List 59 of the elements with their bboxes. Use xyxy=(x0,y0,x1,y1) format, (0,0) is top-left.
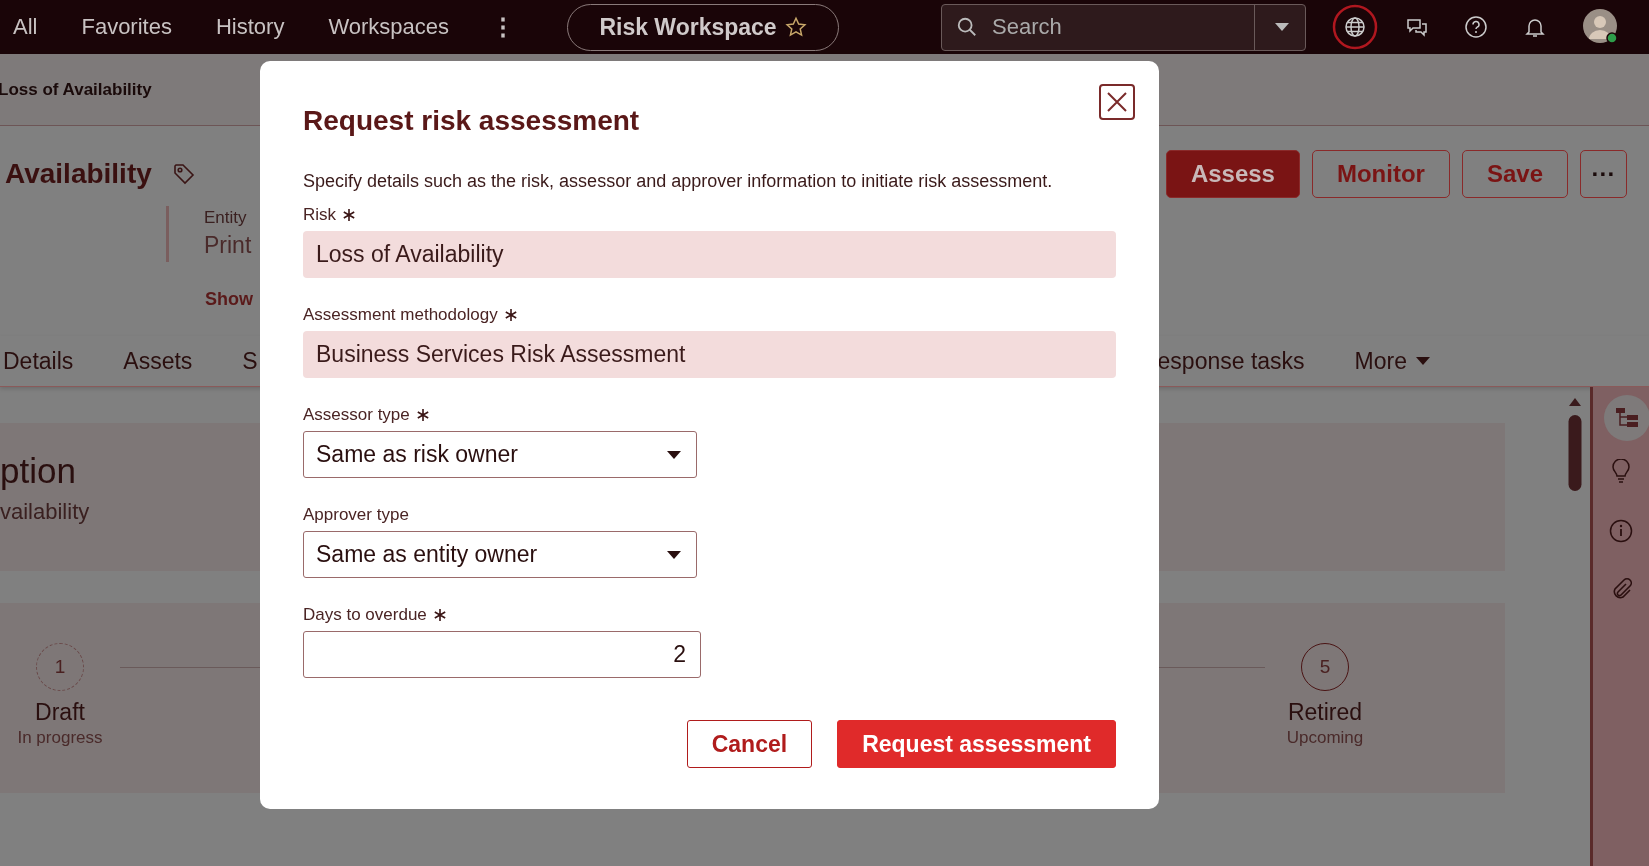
nav-menu-item[interactable]: History xyxy=(215,14,285,40)
number-field[interactable]: 2 xyxy=(303,631,701,678)
action-button[interactable]: Assess xyxy=(1165,150,1300,198)
star-icon[interactable] xyxy=(784,16,807,38)
tab[interactable]: S xyxy=(242,347,258,375)
dropdown[interactable]: Same as entity owner xyxy=(303,531,697,578)
nav-menu-item[interactable]: Favorites xyxy=(81,14,172,40)
stage-status: In progress xyxy=(17,728,103,748)
field-label: Approver type xyxy=(303,504,410,526)
close-icon xyxy=(1106,91,1128,113)
globe-icon[interactable] xyxy=(1332,4,1379,50)
dialog-description: Specify details such as the risk, assessor and approver information to initiate risk assessment. xyxy=(303,171,1054,192)
hierarchy-tab[interactable] xyxy=(1604,395,1649,441)
readonly-field[interactable]: Business Services Risk Assessment xyxy=(303,331,1116,378)
help-icon[interactable] xyxy=(1464,15,1489,39)
caret-icon[interactable] xyxy=(1273,21,1292,33)
stage-name: Retired xyxy=(1287,699,1363,726)
breadcrumb-link[interactable]: Loss of Availability xyxy=(0,79,152,100)
tab[interactable]: Assets xyxy=(123,347,193,375)
more-actions-button[interactable]: ··· xyxy=(1580,150,1627,198)
section-title: ption xyxy=(0,451,76,491)
required-icon xyxy=(503,308,518,322)
field-value: Print xyxy=(204,232,252,259)
field-label: Days to overdue xyxy=(303,604,1116,626)
readonly-field[interactable]: Loss of Availability xyxy=(303,231,1116,278)
search-input[interactable]: Search xyxy=(990,13,1243,41)
field-label: Entity xyxy=(204,208,248,228)
nav-menu-item[interactable]: Workspaces xyxy=(328,14,450,40)
dropdown[interactable]: Same as risk owner xyxy=(303,431,697,478)
required-icon xyxy=(415,408,430,422)
submit-button[interactable]: Request assessment xyxy=(837,720,1116,768)
tab[interactable]: esponse tasks xyxy=(1157,347,1305,375)
required-icon xyxy=(432,608,447,622)
more-tabs-menu[interactable]: More xyxy=(1354,347,1431,375)
tag-icon[interactable] xyxy=(171,162,196,186)
stage-name: Draft xyxy=(35,699,85,726)
search-field[interactable]: Search xyxy=(941,3,1307,51)
required-icon xyxy=(342,208,357,222)
close-button[interactable] xyxy=(1099,84,1135,120)
field-label: Assessment methodology xyxy=(303,304,1116,326)
cancel-button[interactable]: Cancel xyxy=(686,720,813,768)
workspace-button[interactable]: Risk Workspace xyxy=(567,3,840,51)
dialog-title: Request risk assessment xyxy=(303,105,640,137)
info-icon[interactable] xyxy=(1609,519,1633,543)
lightbulb-icon[interactable] xyxy=(1610,459,1632,485)
section-text: vailability xyxy=(0,499,90,525)
field-label: Assessor type xyxy=(303,404,1116,426)
tab[interactable]: Details xyxy=(3,347,74,375)
field-label: Risk xyxy=(303,204,1116,226)
caret-icon xyxy=(1415,356,1431,366)
more-menu-button[interactable]: ⋮ xyxy=(485,13,522,41)
caret-icon xyxy=(666,449,682,460)
hierarchy-icon xyxy=(1615,407,1639,429)
nav-menu-item[interactable]: All xyxy=(13,14,38,40)
scrollbar[interactable] xyxy=(1568,397,1582,493)
caret-icon xyxy=(666,549,682,560)
stage-status: Upcoming xyxy=(1286,728,1364,748)
search-icon xyxy=(956,16,979,38)
record-title: Availability xyxy=(5,158,152,190)
